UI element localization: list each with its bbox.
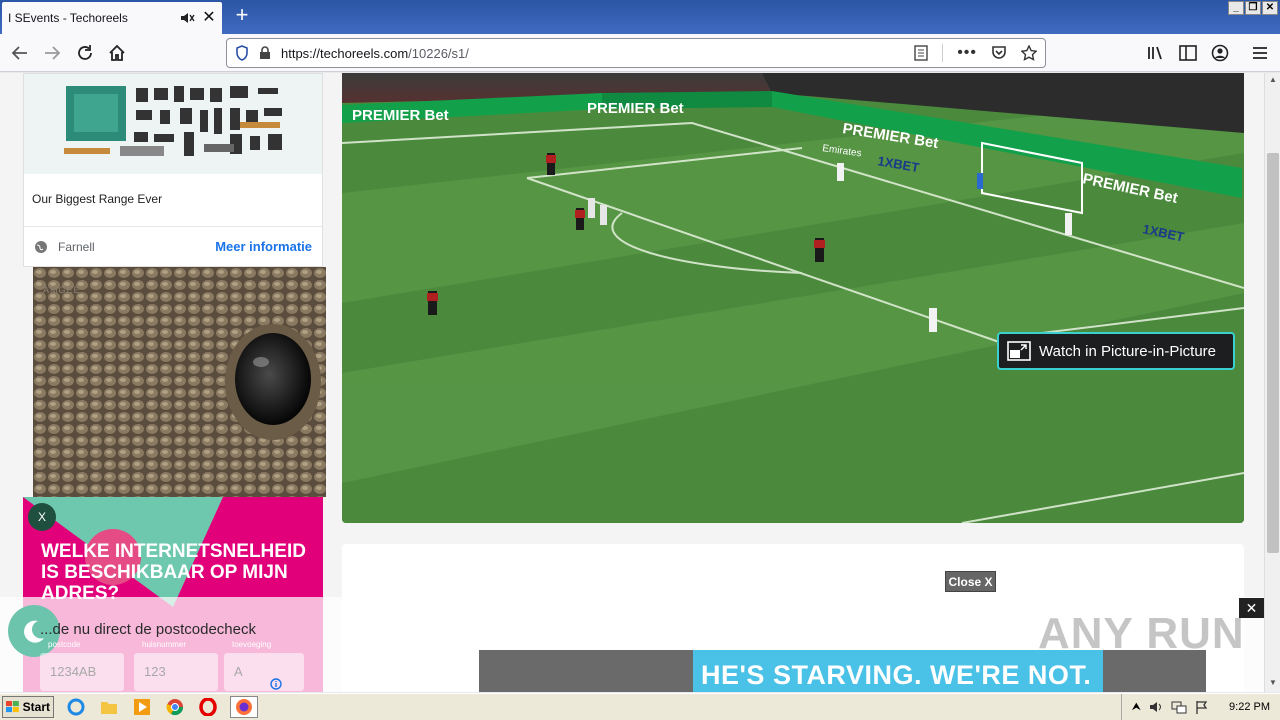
ie-icon[interactable] bbox=[65, 696, 87, 718]
back-arrow-icon bbox=[11, 46, 27, 60]
page-viewport: Our Biggest Range Ever Farnell Meer info… bbox=[0, 73, 1264, 692]
url-domain: https://techoreels.com bbox=[281, 45, 409, 61]
ad-headline: WELKE INTERNETSNELHEID IS BESCHIKBAAR OP… bbox=[41, 541, 306, 604]
forward-button[interactable] bbox=[40, 41, 64, 65]
postcode-field[interactable]: 1234AB bbox=[40, 653, 124, 691]
farnell-ad-card[interactable]: Our Biggest Range Ever Farnell Meer info… bbox=[23, 73, 323, 267]
opera-icon[interactable] bbox=[197, 696, 219, 718]
lock-icon[interactable] bbox=[259, 46, 271, 60]
tab-active[interactable]: I SEvents - Techoreels ✕ bbox=[2, 2, 222, 34]
pip-label: Watch in Picture-in-Picture bbox=[1039, 342, 1216, 360]
firefox-taskbar-button[interactable] bbox=[230, 696, 258, 718]
network-icon[interactable] bbox=[1171, 700, 1187, 714]
ad-caption[interactable]: Our Biggest Range Ever bbox=[32, 192, 162, 206]
ad-brand: Farnell bbox=[58, 239, 95, 254]
library-icon bbox=[1148, 46, 1162, 60]
anyrun-watermark: ANY RUN bbox=[1038, 609, 1245, 658]
video-player[interactable]: PREMIER Bet PREMIER Bet PREMIER Bet PREM… bbox=[342, 73, 1244, 523]
window-controls: _ ❐ ✕ bbox=[1228, 1, 1278, 15]
chrome-icon[interactable] bbox=[164, 696, 186, 718]
ad-cta-link[interactable]: Meer informatie bbox=[215, 239, 312, 254]
account-icon bbox=[1211, 44, 1229, 62]
ad-close-button[interactable]: X bbox=[28, 503, 56, 531]
housenumber-field[interactable]: 123 bbox=[134, 653, 218, 691]
scroll-down-arrow-icon[interactable]: ▼ bbox=[1267, 678, 1279, 690]
eye-ad-brand: AMGEE bbox=[43, 285, 81, 295]
postcode-label: postcode bbox=[48, 640, 81, 649]
pocket-icon[interactable] bbox=[991, 46, 1007, 60]
page-scrollbar[interactable]: ▲ ▼ bbox=[1264, 73, 1280, 692]
account-button[interactable] bbox=[1208, 41, 1232, 65]
ad-footer: Farnell Meer informatie bbox=[24, 226, 322, 266]
bookmark-star-icon[interactable] bbox=[1021, 45, 1037, 61]
url-text[interactable]: https://techoreels.com/10226/s1/ bbox=[281, 46, 914, 61]
restore-button[interactable]: ❐ bbox=[1245, 1, 1261, 15]
components-image[interactable] bbox=[24, 74, 322, 174]
home-icon bbox=[109, 44, 125, 61]
clock[interactable]: 9:22 PM bbox=[1229, 701, 1270, 713]
close-window-button[interactable]: ✕ bbox=[1262, 1, 1278, 15]
housenumber-label: huisnummer bbox=[142, 640, 187, 649]
reader-view-icon[interactable] bbox=[914, 45, 928, 61]
more-actions-icon[interactable]: ••• bbox=[957, 44, 977, 62]
start-button[interactable]: Start bbox=[2, 696, 54, 718]
system-tray: ⮝ 9:22 PM bbox=[1120, 694, 1280, 720]
close-tab-icon[interactable]: ✕ bbox=[202, 10, 216, 26]
folder-icon[interactable] bbox=[98, 696, 120, 718]
reload-icon bbox=[78, 45, 92, 60]
media-player-icon[interactable] bbox=[131, 696, 153, 718]
volume-icon[interactable] bbox=[1149, 700, 1163, 714]
new-tab-button[interactable]: + bbox=[230, 4, 254, 28]
tray-expand-icon[interactable]: ⮝ bbox=[1132, 701, 1141, 714]
windows-logo-icon bbox=[6, 701, 19, 713]
home-button[interactable] bbox=[105, 41, 129, 65]
url-bar[interactable]: https://techoreels.com/10226/s1/ ••• bbox=[226, 38, 1046, 68]
start-label: Start bbox=[22, 700, 50, 714]
tab-strip: I SEvents - Techoreels ✕ + _ ❐ ✕ bbox=[0, 0, 1280, 34]
back-button[interactable] bbox=[8, 41, 32, 65]
postcode-subline: ...de nu direct de postcodecheck bbox=[40, 621, 256, 638]
scrollbar-thumb[interactable] bbox=[1267, 153, 1279, 553]
minimize-button[interactable]: _ bbox=[1228, 1, 1244, 15]
sidebar-button[interactable] bbox=[1176, 41, 1200, 65]
flag-icon[interactable] bbox=[1195, 700, 1209, 714]
reptile-eye-ad[interactable]: AMGEE bbox=[33, 267, 326, 497]
nav-toolbar: https://techoreels.com/10226/s1/ ••• bbox=[0, 34, 1280, 72]
svg-text:PREMIER Bet: PREMIER Bet bbox=[587, 100, 684, 117]
banner-text: HE'S STARVING. WE'RE NOT. bbox=[701, 660, 1092, 690]
close-x-button[interactable]: Close X bbox=[945, 571, 996, 592]
library-button[interactable] bbox=[1144, 41, 1168, 65]
tab-title: I SEvents - Techoreels bbox=[8, 11, 128, 25]
forward-arrow-icon bbox=[45, 46, 61, 60]
windows-taskbar: Start ⮝ 9:22 PM bbox=[0, 693, 1280, 720]
url-path: /10226/s1/ bbox=[408, 45, 469, 61]
menu-button[interactable] bbox=[1248, 41, 1272, 65]
scroll-up-arrow-icon[interactable]: ▲ bbox=[1267, 75, 1279, 87]
speaker-icon[interactable] bbox=[180, 11, 196, 25]
sidebar-icon bbox=[1179, 45, 1197, 61]
pip-icon bbox=[1007, 341, 1031, 361]
picture-in-picture-button[interactable]: Watch in Picture-in-Picture bbox=[997, 332, 1235, 370]
reload-button[interactable] bbox=[73, 41, 97, 65]
addition-field[interactable]: A bbox=[224, 653, 304, 691]
addition-label: toevoeging bbox=[232, 640, 272, 649]
info-icon[interactable] bbox=[270, 678, 282, 690]
shield-icon[interactable] bbox=[235, 45, 249, 61]
hamburger-icon bbox=[1253, 47, 1267, 59]
svg-text:PREMIER Bet: PREMIER Bet bbox=[352, 107, 449, 124]
globe-icon bbox=[35, 240, 47, 253]
